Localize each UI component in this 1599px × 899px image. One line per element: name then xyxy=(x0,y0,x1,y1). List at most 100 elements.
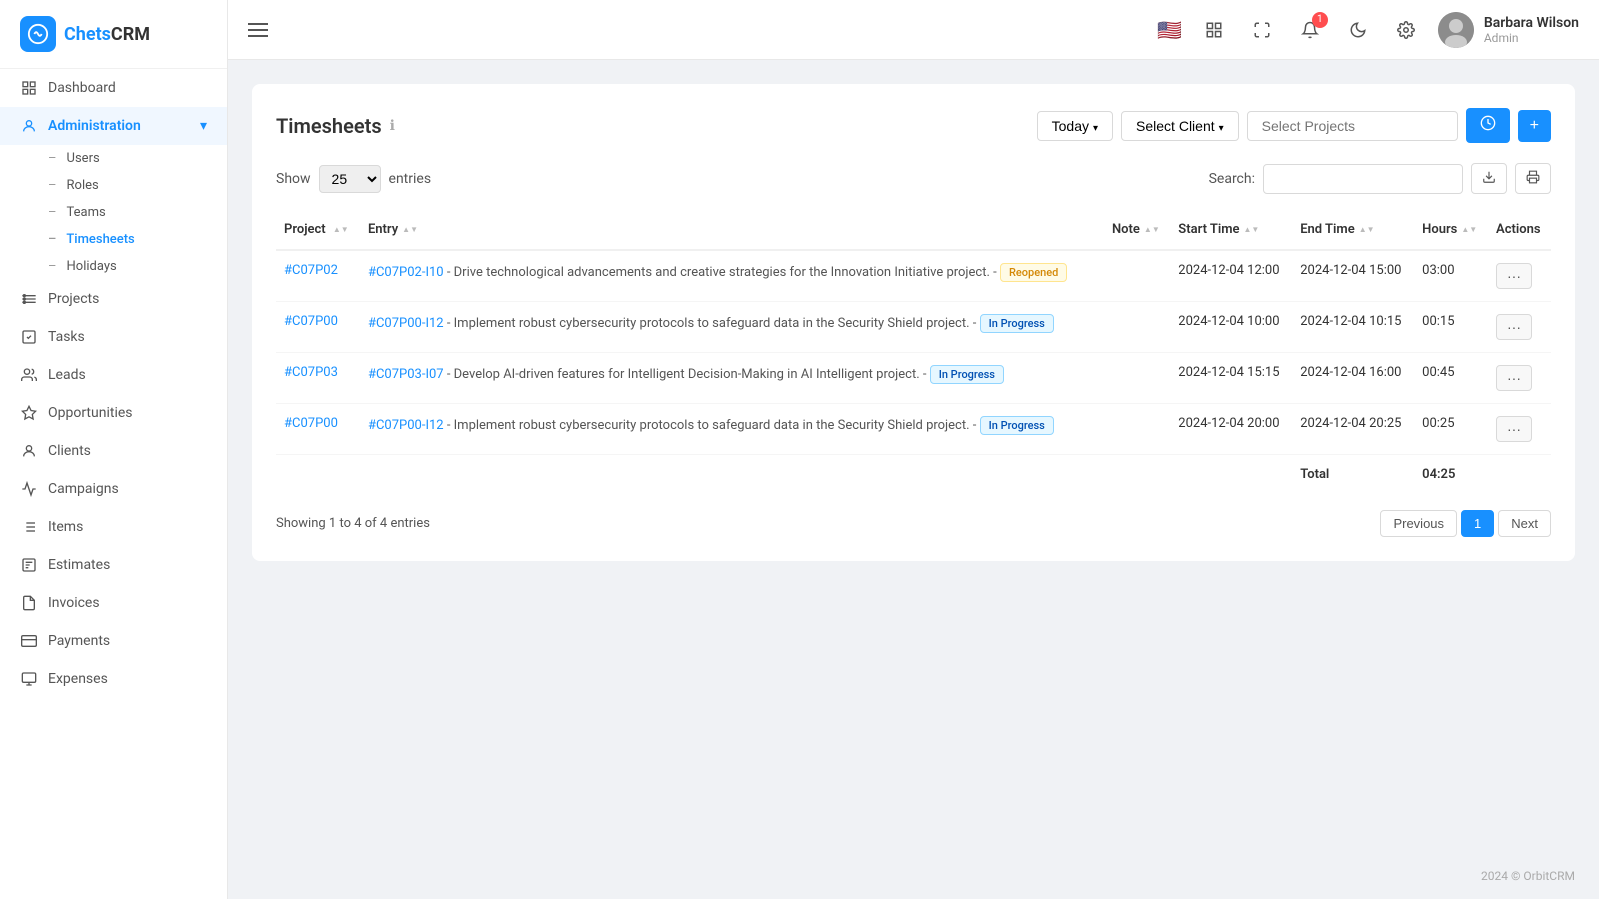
col-end-time[interactable]: End Time▲▼ xyxy=(1292,210,1414,250)
actions-button-2[interactable]: ··· xyxy=(1496,365,1532,391)
expenses-icon xyxy=(20,670,38,688)
sidebar-item-holidays[interactable]: Holidays xyxy=(0,253,227,280)
hamburger-menu[interactable] xyxy=(248,23,268,37)
settings-btn[interactable] xyxy=(1390,14,1422,46)
flag-icon[interactable]: 🇺🇸 xyxy=(1157,18,1182,42)
entry-link-3[interactable]: #C07P00-I12 xyxy=(368,418,444,433)
project-link-3[interactable]: #C07P00 xyxy=(284,416,338,431)
sidebar-item-users[interactable]: Users xyxy=(0,145,227,172)
today-button[interactable]: Today xyxy=(1037,111,1113,141)
items-icon xyxy=(20,518,38,536)
sidebar-item-estimates[interactable]: Estimates xyxy=(0,546,227,584)
logo-icon xyxy=(20,16,56,52)
showing-text: Showing 1 to 4 of 4 entries xyxy=(276,516,430,531)
topbar: 🇺🇸 1 Barbara Wilson xyxy=(228,0,1599,60)
select-projects-input[interactable] xyxy=(1247,111,1458,141)
sidebar-logo: ChetsCRM xyxy=(0,0,227,69)
sidebar-item-clients-label: Clients xyxy=(48,443,91,459)
projects-icon xyxy=(20,290,38,308)
sidebar-item-items[interactable]: Items xyxy=(0,508,227,546)
sidebar-item-clients[interactable]: Clients xyxy=(0,432,227,470)
info-icon[interactable]: ℹ xyxy=(390,118,395,134)
cell-start-2: 2024-12-04 15:15 xyxy=(1170,353,1292,404)
add-button[interactable]: + xyxy=(1518,110,1551,142)
col-entry[interactable]: Entry▲▼ xyxy=(360,210,1104,250)
sidebar-item-dashboard[interactable]: Dashboard xyxy=(0,69,227,107)
col-hours[interactable]: Hours▲▼ xyxy=(1414,210,1488,250)
sidebar-item-projects[interactable]: Projects xyxy=(0,280,227,318)
cell-actions-3: ··· xyxy=(1488,404,1551,455)
fullscreen-btn[interactable] xyxy=(1246,14,1278,46)
sidebar-item-timesheets[interactable]: Timesheets xyxy=(0,226,227,253)
sidebar-item-estimates-label: Estimates xyxy=(48,557,110,573)
sidebar-item-roles-label: Roles xyxy=(67,178,99,193)
cell-actions-2: ··· xyxy=(1488,353,1551,404)
total-hours: 04:25 xyxy=(1414,455,1488,495)
entry-description-1: - Implement robust cybersecurity protoco… xyxy=(447,316,977,331)
sidebar-item-teams[interactable]: Teams xyxy=(0,199,227,226)
cell-entry-2: #C07P03-I07 - Develop AI-driven features… xyxy=(360,353,1104,404)
notification-btn[interactable]: 1 xyxy=(1294,14,1326,46)
sidebar-item-opportunities[interactable]: Opportunities xyxy=(0,394,227,432)
actions-button-0[interactable]: ··· xyxy=(1496,263,1532,289)
clock-button[interactable] xyxy=(1466,108,1510,143)
sidebar-item-dashboard-label: Dashboard xyxy=(48,80,116,96)
sidebar-item-invoices-label: Invoices xyxy=(48,595,100,611)
col-actions: Actions xyxy=(1488,210,1551,250)
export-csv-button[interactable] xyxy=(1471,163,1507,194)
sidebar-item-payments[interactable]: Payments xyxy=(0,622,227,660)
actions-button-1[interactable]: ··· xyxy=(1496,314,1532,340)
col-start-time[interactable]: Start Time▲▼ xyxy=(1170,210,1292,250)
sidebar-item-campaigns[interactable]: Campaigns xyxy=(0,470,227,508)
sidebar-item-tasks[interactable]: Tasks xyxy=(0,318,227,356)
entry-link-0[interactable]: #C07P02-I10 xyxy=(368,265,444,280)
select-client-button[interactable]: Select Client xyxy=(1121,111,1239,141)
estimates-icon xyxy=(20,556,38,574)
table-row: #C07P00 #C07P00-I12 - Implement robust c… xyxy=(276,404,1551,455)
entry-link-2[interactable]: #C07P03-I07 xyxy=(368,367,444,382)
sidebar: ChetsCRM Dashboard Administration ▾ User… xyxy=(0,0,228,899)
sort-end-icon: ▲▼ xyxy=(1359,225,1375,234)
notification-badge: 1 xyxy=(1312,12,1328,28)
entry-link-1[interactable]: #C07P00-I12 xyxy=(368,316,444,331)
invoices-icon xyxy=(20,594,38,612)
payments-icon xyxy=(20,632,38,650)
search-input[interactable] xyxy=(1263,164,1463,194)
pagination-buttons: Previous 1 Next xyxy=(1380,510,1551,537)
sidebar-item-leads-label: Leads xyxy=(48,367,86,383)
sidebar-item-campaigns-label: Campaigns xyxy=(48,481,119,497)
cell-note-2 xyxy=(1104,353,1170,404)
cell-hours-1: 00:15 xyxy=(1414,302,1488,353)
sidebar-item-roles[interactable]: Roles xyxy=(0,172,227,199)
dark-mode-btn[interactable] xyxy=(1342,14,1374,46)
total-actions-empty xyxy=(1488,455,1551,495)
user-profile[interactable]: Barbara Wilson Admin xyxy=(1438,12,1579,48)
export-print-button[interactable] xyxy=(1515,163,1551,194)
grid-view-btn[interactable] xyxy=(1198,14,1230,46)
project-link-0[interactable]: #C07P02 xyxy=(284,263,338,278)
sidebar-item-timesheets-label: Timesheets xyxy=(66,232,134,247)
next-button[interactable]: Next xyxy=(1498,510,1551,537)
sidebar-item-leads[interactable]: Leads xyxy=(0,356,227,394)
entry-description-3: - Implement robust cybersecurity protoco… xyxy=(447,418,977,433)
project-link-1[interactable]: #C07P00 xyxy=(284,314,338,329)
col-project[interactable]: Project ▲▼ xyxy=(276,210,360,250)
cell-project-1: #C07P00 xyxy=(276,302,360,353)
table-controls: Show 25 10 50 100 entries Search: xyxy=(276,163,1551,194)
cell-end-3: 2024-12-04 20:25 xyxy=(1292,404,1414,455)
cell-end-1: 2024-12-04 10:15 xyxy=(1292,302,1414,353)
footer: 2024 © OrbitCRM xyxy=(228,853,1599,899)
previous-button[interactable]: Previous xyxy=(1380,510,1457,537)
page-1-button[interactable]: 1 xyxy=(1461,510,1494,537)
sidebar-item-administration[interactable]: Administration ▾ xyxy=(0,107,227,145)
actions-button-3[interactable]: ··· xyxy=(1496,416,1532,442)
table-header: Project ▲▼ Entry▲▼ Note▲▼ Start Time▲▼ E… xyxy=(276,210,1551,250)
project-link-2[interactable]: #C07P03 xyxy=(284,365,338,380)
sidebar-item-expenses[interactable]: Expenses xyxy=(0,660,227,698)
cell-project-2: #C07P03 xyxy=(276,353,360,404)
col-note[interactable]: Note▲▼ xyxy=(1104,210,1170,250)
topbar-left xyxy=(248,23,268,37)
sidebar-item-payments-label: Payments xyxy=(48,633,110,649)
sidebar-item-invoices[interactable]: Invoices xyxy=(0,584,227,622)
entries-select[interactable]: 25 10 50 100 xyxy=(319,165,381,193)
